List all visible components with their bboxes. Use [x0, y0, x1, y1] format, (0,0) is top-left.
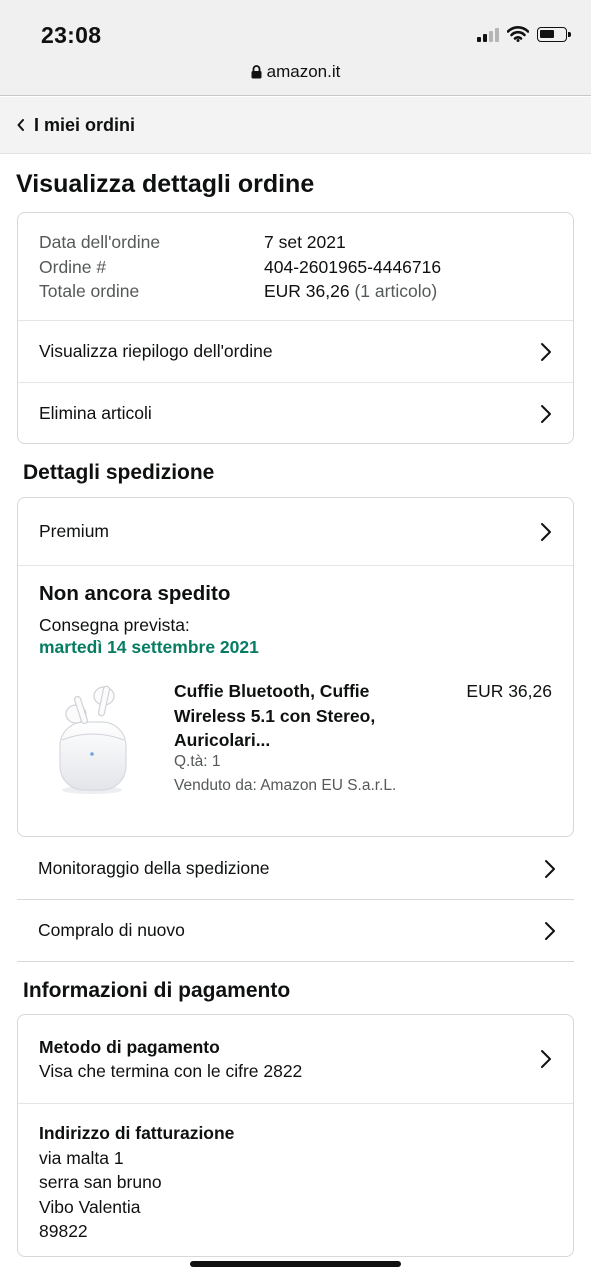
chevron-right-icon — [541, 404, 551, 423]
product-title-line-1: Cuffie Bluetooth, Cuffie — [174, 681, 370, 701]
shipping-service-row[interactable]: Premium — [18, 498, 573, 565]
billing-address: Indirizzo di fatturazione via malta 1 se… — [18, 1103, 573, 1244]
order-summary-card: Data dell'ordine 7 set 2021 Ordine # 404… — [17, 212, 574, 444]
shipping-service-label: Premium — [39, 521, 110, 541]
billing-address-line: via malta 1 — [39, 1147, 124, 1168]
home-indicator[interactable] — [190, 1261, 401, 1267]
back-nav[interactable]: I miei ordini — [0, 97, 591, 154]
billing-address-line: 89822 — [39, 1221, 88, 1241]
page-title: Visualizza dettagli ordine — [16, 170, 315, 198]
order-total-label: Totale ordine — [39, 281, 140, 301]
order-date-label: Data dell'ordine — [39, 232, 161, 252]
order-date-row: Data dell'ordine 7 set 2021 — [39, 230, 552, 255]
payment-heading: Informazioni di pagamento — [23, 979, 291, 1002]
billing-address-title: Indirizzo di fatturazione — [39, 1123, 235, 1143]
shipping-heading: Dettagli spedizione — [23, 461, 215, 484]
order-number-label: Ordine # — [39, 256, 107, 277]
billing-address-line: Vibo Valentia — [39, 1196, 141, 1217]
payment-card: Metodo di pagamento Visa che termina con… — [17, 1014, 574, 1257]
order-total-row: Totale ordine EUR 36,26 (1 articolo) — [39, 279, 552, 304]
wifi-icon — [507, 26, 529, 42]
shipment-details: Non ancora spedito Consegna prevista: ma… — [18, 565, 573, 836]
product-seller: Venduto da: Amazon EU S.a.r.L. — [174, 777, 397, 794]
order-total-value-wrap: EUR 36,26 (1 articolo) — [264, 279, 437, 304]
payment-method-title: Metodo di pagamento — [39, 1036, 220, 1057]
browser-topbar: 23:08 amazon.it — [0, 0, 591, 96]
product-title[interactable]: Cuffie Bluetooth, Cuffie Wireless 5.1 co… — [174, 679, 375, 753]
product-title-line-2: Wireless 5.1 con Stereo, — [174, 705, 376, 726]
product-title-line-3: Auricolari... — [174, 730, 271, 750]
shipping-card: Premium Non ancora spedito Consegna prev… — [17, 497, 574, 837]
buy-again-label: Compralo di nuovo — [38, 920, 185, 940]
delete-items-label: Elimina articoli — [39, 403, 152, 423]
url-bar[interactable]: amazon.it — [0, 62, 591, 82]
delete-items-link[interactable]: Elimina articoli — [18, 382, 573, 443]
signal-icon — [477, 26, 499, 42]
product-image[interactable] — [52, 678, 136, 796]
order-number-value: 404-2601965-4446716 — [264, 256, 442, 277]
battery-icon — [537, 26, 571, 42]
order-info: Data dell'ordine 7 set 2021 Ordine # 404… — [18, 213, 573, 320]
track-shipment-row[interactable]: Monitoraggio della spedizione — [17, 838, 574, 900]
product-price: EUR 36,26 — [466, 681, 552, 701]
buy-again-row[interactable]: Compralo di nuovo — [17, 900, 574, 962]
chevron-right-icon — [541, 342, 551, 361]
chevron-left-icon — [17, 119, 24, 131]
lock-icon — [251, 65, 262, 79]
billing-address-line: serra san bruno — [39, 1172, 162, 1192]
status-time: 23:08 — [41, 22, 102, 48]
order-date-value: 7 set 2021 — [264, 232, 346, 252]
payment-method-row[interactable]: Metodo di pagamento Visa che termina con… — [18, 1015, 573, 1103]
status-icons — [477, 26, 571, 42]
payment-method-text: Metodo di pagamento Visa che termina con… — [39, 1035, 302, 1084]
back-nav-label: I miei ordini — [34, 114, 136, 135]
product-quantity: Q.tà: 1 — [174, 753, 221, 770]
url-text: amazon.it — [266, 62, 341, 81]
delivery-label: Consegna prevista: — [39, 615, 190, 635]
chevron-right-icon — [541, 522, 551, 541]
chevron-right-icon — [545, 921, 555, 940]
payment-method-value: Visa che termina con le cifre 2822 — [39, 1061, 303, 1081]
delivery-date: martedì 14 settembre 2021 — [39, 637, 259, 657]
order-total-value: EUR 36,26 — [264, 281, 350, 301]
chevron-right-icon — [545, 859, 555, 878]
view-order-summary-link[interactable]: Visualizza riepilogo dell'ordine — [18, 320, 573, 382]
order-item-count: (1 articolo) — [354, 281, 438, 301]
track-shipment-label: Monitoraggio della spedizione — [38, 858, 270, 878]
order-number-row: Ordine # 404-2601965-4446716 — [39, 255, 552, 280]
chevron-right-icon — [541, 1050, 551, 1068]
view-order-summary-label: Visualizza riepilogo dell'ordine — [39, 341, 273, 361]
shipment-status: Non ancora spedito — [39, 582, 231, 605]
